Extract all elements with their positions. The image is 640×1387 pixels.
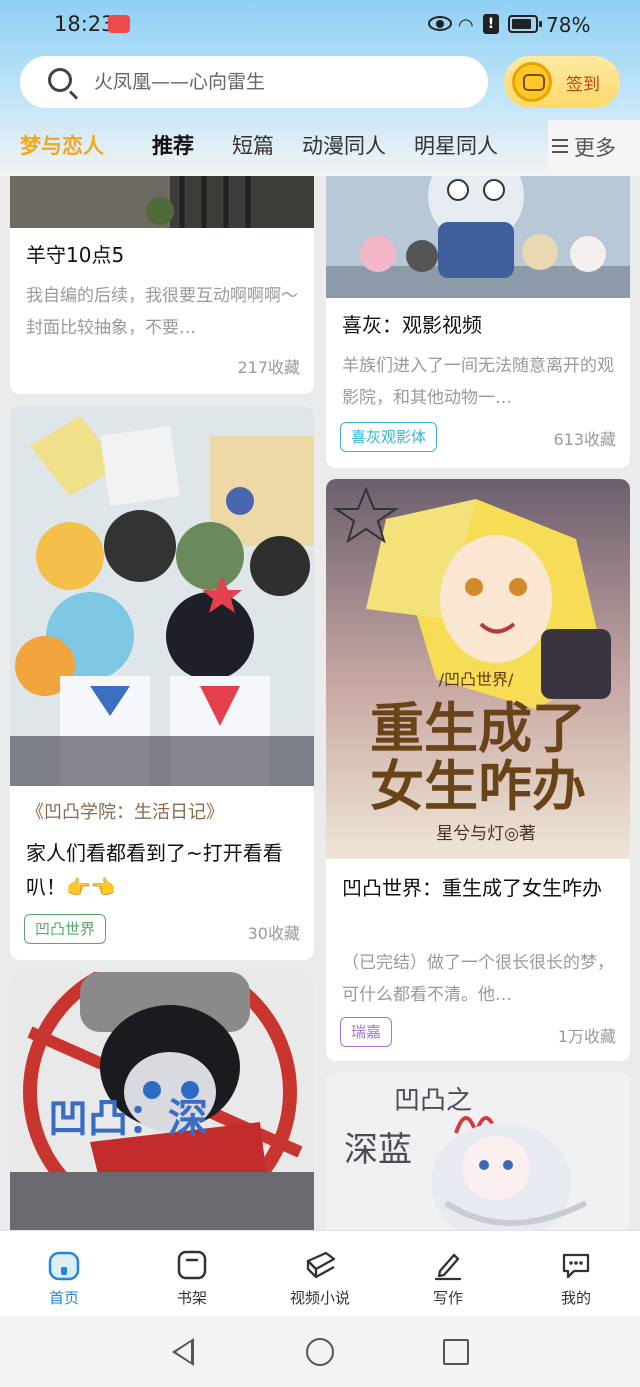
favorite-count: 613收藏 bbox=[553, 430, 616, 449]
nav-label: 写作 bbox=[432, 1289, 463, 1307]
story-tag[interactable]: 喜灰观影体 bbox=[340, 422, 438, 452]
story-tag[interactable]: 凹凸世界 bbox=[24, 914, 107, 944]
story-cover-image: 凹凸之 深蓝 bbox=[326, 1073, 630, 1230]
search-input[interactable] bbox=[94, 66, 474, 98]
battery-icon bbox=[508, 15, 542, 33]
nav-profile[interactable]: 我的 bbox=[512, 1231, 640, 1317]
story-title: 羊守10点5 bbox=[26, 243, 125, 267]
bottom-navigation: 首页 书架 视频小说 写作 我的 bbox=[0, 1230, 640, 1316]
nav-write[interactable]: 写作 bbox=[384, 1231, 512, 1317]
nav-label: 视频小说 bbox=[289, 1289, 350, 1307]
checkin-label: 签到 bbox=[566, 75, 600, 95]
story-title: 凹凸世界：重生成了女生咋办 bbox=[342, 876, 602, 900]
more-categories-button[interactable]: 更多 bbox=[548, 120, 640, 172]
cover-text-1: 凹凸之 bbox=[394, 1086, 472, 1116]
nav-home[interactable]: 首页 bbox=[0, 1231, 128, 1317]
app-notification-icon bbox=[108, 15, 130, 33]
nav-label: 我的 bbox=[560, 1289, 591, 1307]
more-label: 更多 bbox=[574, 136, 616, 160]
cover-title-line-1: 重生成了 bbox=[370, 696, 586, 760]
pen-icon bbox=[434, 1253, 462, 1281]
story-card[interactable]: 凹凸之 深蓝 bbox=[326, 1073, 630, 1230]
back-icon[interactable] bbox=[172, 1338, 194, 1366]
story-card[interactable]: 羊守10点5 我自编的后续，我很要互动啊啊啊～封面比较抽象，不要… 217收藏 bbox=[10, 176, 314, 394]
story-description: 羊族们进入了一间无法随意离开的观影院，和其他动物一… bbox=[342, 356, 614, 408]
story-cover-image bbox=[326, 176, 630, 298]
story-cover-image: /凹凸世界/ 重生成了 女生咋办 星兮与灯◎著 bbox=[326, 479, 630, 859]
cover-title-line-2: 女生咋办 bbox=[370, 754, 586, 818]
search-icon bbox=[48, 68, 72, 92]
video-book-icon bbox=[306, 1251, 336, 1279]
bookshelf-icon bbox=[177, 1250, 207, 1280]
tab-anime-fanfic[interactable]: 动漫同人 bbox=[302, 130, 386, 160]
story-title: 家人们看都看到了~打开看看叭！👉👈 bbox=[26, 841, 283, 899]
nav-label: 首页 bbox=[48, 1289, 79, 1307]
tab-recommend[interactable]: 推荐 bbox=[152, 130, 194, 160]
story-quote: 《凹凸学院：生活日记》 bbox=[26, 802, 224, 823]
menu-icon bbox=[552, 139, 568, 153]
wifi-icon: ◠ bbox=[458, 15, 474, 36]
cover-text: 凹凸：深 bbox=[48, 1095, 208, 1142]
favorite-count: 1万收藏 bbox=[557, 1027, 616, 1046]
checkin-button[interactable]: 签到 bbox=[504, 56, 620, 108]
status-time: 18:23 bbox=[54, 12, 115, 36]
story-card[interactable]: 《凹凸学院：生活日记》 家人们看都看到了~打开看看叭！👉👈 凹凸世界 30收藏 bbox=[10, 406, 314, 960]
tab-short[interactable]: 短篇 bbox=[232, 130, 274, 160]
story-title: 喜灰：观影视频 bbox=[342, 313, 482, 337]
tab-dream-lover[interactable]: 梦与恋人 bbox=[20, 130, 104, 160]
chat-coin-icon bbox=[512, 62, 552, 102]
tab-celebrity-fanfic[interactable]: 明星同人 bbox=[414, 130, 498, 160]
story-card[interactable]: /凹凸世界/ 重生成了 女生咋办 星兮与灯◎著 凹凸世界：重生成了女生咋办 （已… bbox=[326, 479, 630, 1061]
search-bar[interactable] bbox=[20, 56, 488, 108]
eye-comfort-icon bbox=[428, 16, 452, 31]
story-cover-image bbox=[10, 406, 314, 786]
story-description: （已完结）做了一个很长很长的梦，可什么都看不清。他… bbox=[342, 953, 614, 1005]
nav-video-novel[interactable]: 视频小说 bbox=[256, 1231, 384, 1317]
story-description: 我自编的后续，我很要互动啊啊啊～封面比较抽象，不要… bbox=[26, 286, 298, 338]
chat-icon bbox=[562, 1253, 590, 1279]
story-card[interactable]: 凹凸：深 bbox=[10, 972, 314, 1230]
home-icon bbox=[48, 1251, 80, 1281]
nav-label: 书架 bbox=[176, 1289, 207, 1307]
battery-percent: 78% bbox=[546, 13, 591, 37]
cover-series-text: /凹凸世界/ bbox=[439, 670, 514, 689]
nav-bookshelf[interactable]: 书架 bbox=[128, 1231, 256, 1317]
favorite-count: 30收藏 bbox=[247, 924, 300, 943]
status-bar: 18:23 ◠ ! 78% bbox=[0, 0, 640, 52]
cover-author-text: 星兮与灯◎著 bbox=[436, 824, 536, 844]
recent-apps-icon[interactable] bbox=[443, 1339, 469, 1365]
story-tag[interactable]: 瑞嘉 bbox=[340, 1017, 393, 1047]
home-circle-icon[interactable] bbox=[306, 1338, 334, 1366]
category-tabs: 梦与恋人 推荐 短篇 动漫同人 明星同人 更多 bbox=[0, 118, 640, 174]
cover-text-2: 深蓝 bbox=[344, 1130, 412, 1170]
favorite-count: 217收藏 bbox=[237, 358, 300, 377]
sim-alert-icon: ! bbox=[483, 14, 499, 34]
story-cover-image: 凹凸：深 bbox=[10, 972, 314, 1230]
story-cover-image bbox=[10, 176, 314, 228]
story-feed[interactable]: 羊守10点5 我自编的后续，我很要互动啊啊啊～封面比较抽象，不要… 217收藏 … bbox=[0, 176, 640, 1230]
system-navigation-bar bbox=[0, 1316, 640, 1387]
story-card[interactable]: 喜灰：观影视频 羊族们进入了一间无法随意离开的观影院，和其他动物一… 喜灰观影体… bbox=[326, 176, 630, 468]
